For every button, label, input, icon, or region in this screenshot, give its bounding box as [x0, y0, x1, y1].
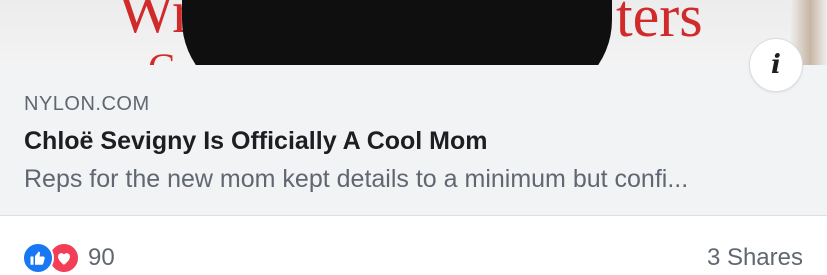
info-button[interactable]: i	[749, 38, 803, 92]
reactions-summary[interactable]: 90	[22, 242, 115, 274]
link-preview-text[interactable]: NYLON.COM Chloë Sevigny Is Officially A …	[0, 65, 827, 216]
image-person-silhouette	[182, 0, 612, 65]
info-icon: i	[771, 50, 781, 80]
reaction-count: 90	[88, 244, 115, 271]
article-image[interactable]: Wri ters G	[0, 0, 827, 65]
link-preview-card[interactable]: Wri ters G NYLON.COM Chloë Sevigny Is Of…	[0, 0, 827, 216]
like-icon	[22, 242, 54, 274]
image-backdrop-lettering: G	[148, 38, 177, 65]
link-source-domain: NYLON.COM	[24, 93, 150, 115]
link-headline[interactable]: Chloë Sevigny Is Officially A Cool Mom	[24, 127, 488, 156]
link-description: Reps for the new mom kept details to a m…	[24, 165, 689, 193]
image-backdrop-lettering: ters	[616, 0, 703, 49]
shares-count[interactable]: 3 Shares	[707, 244, 803, 272]
post-footer: 90 3 Shares	[0, 216, 827, 275]
